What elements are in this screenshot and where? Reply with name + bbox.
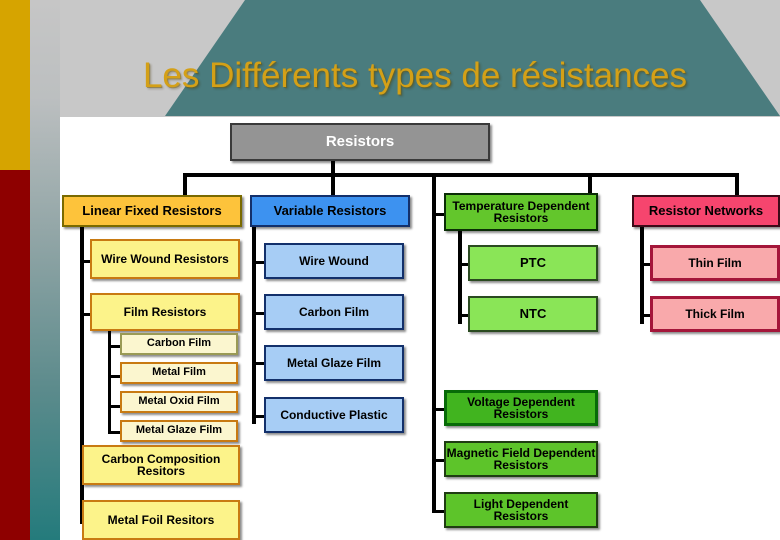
sidebar-gold-band xyxy=(0,0,30,170)
node-film-metal-film[interactable]: Metal Film xyxy=(120,362,238,384)
node-carbon-composition-resistors[interactable]: Carbon Composition Resitors xyxy=(82,445,240,485)
connector-spine-variable xyxy=(252,224,256,424)
connector-drop-linear xyxy=(183,173,187,195)
node-voltage-dependent-resistors[interactable]: Voltage Dependent Resistors xyxy=(444,390,598,426)
node-thin-film[interactable]: Thin Film xyxy=(650,245,780,281)
node-ptc[interactable]: PTC xyxy=(468,245,598,281)
connector-drop-networks xyxy=(588,173,592,195)
node-resistor-networks[interactable]: Resistor Networks xyxy=(632,195,780,227)
sidebar-red-band xyxy=(0,170,30,540)
slide-background: Les Différents types de résistances Resi… xyxy=(0,0,780,540)
node-variable-conductive-plastic[interactable]: Conductive Plastic xyxy=(264,397,404,433)
node-film-metal-oxid-film[interactable]: Metal Oxid Film xyxy=(120,391,238,413)
node-variable-carbon-film[interactable]: Carbon Film xyxy=(264,294,404,330)
page-title: Les Différents types de résistances xyxy=(142,56,688,95)
node-linear-fixed-resistors[interactable]: Linear Fixed Resistors xyxy=(62,195,242,227)
node-variable-resistors[interactable]: Variable Resistors xyxy=(250,195,410,227)
node-wire-wound-resistors[interactable]: Wire Wound Resistors xyxy=(90,239,240,279)
node-magnetic-field-dependent-resistors[interactable]: Magnetic Field Dependent Resistors xyxy=(444,441,598,477)
resistor-taxonomy-diagram: Resistors Linear Fixed Resistors Wire Wo… xyxy=(60,117,780,540)
connector-main-bus xyxy=(183,173,739,177)
node-metal-foil-resistors[interactable]: Metal Foil Resitors xyxy=(82,500,240,540)
sidebar-gradient-band xyxy=(30,0,60,540)
connector-spine-networks xyxy=(640,224,644,324)
connector-drop-networks-right xyxy=(735,173,739,195)
node-variable-wire-wound[interactable]: Wire Wound xyxy=(264,243,404,279)
node-film-resistors[interactable]: Film Resistors xyxy=(90,293,240,331)
connector-spine-temperature xyxy=(432,173,436,513)
connector-spine-temp-children xyxy=(458,228,462,324)
node-ntc[interactable]: NTC xyxy=(468,296,598,332)
node-variable-metal-glaze-film[interactable]: Metal Glaze Film xyxy=(264,345,404,381)
connector-drop-variable xyxy=(331,173,335,195)
node-film-metal-glaze-film[interactable]: Metal Glaze Film xyxy=(120,420,238,442)
node-resistors-root[interactable]: Resistors xyxy=(230,123,490,161)
node-light-dependent-resistors[interactable]: Light Dependent Resistors xyxy=(444,492,598,528)
node-temperature-dependent-resistors[interactable]: Temperature Dependent Resistors xyxy=(444,193,598,231)
node-film-carbon-film[interactable]: Carbon Film xyxy=(120,333,238,355)
node-thick-film[interactable]: Thick Film xyxy=(650,296,780,332)
